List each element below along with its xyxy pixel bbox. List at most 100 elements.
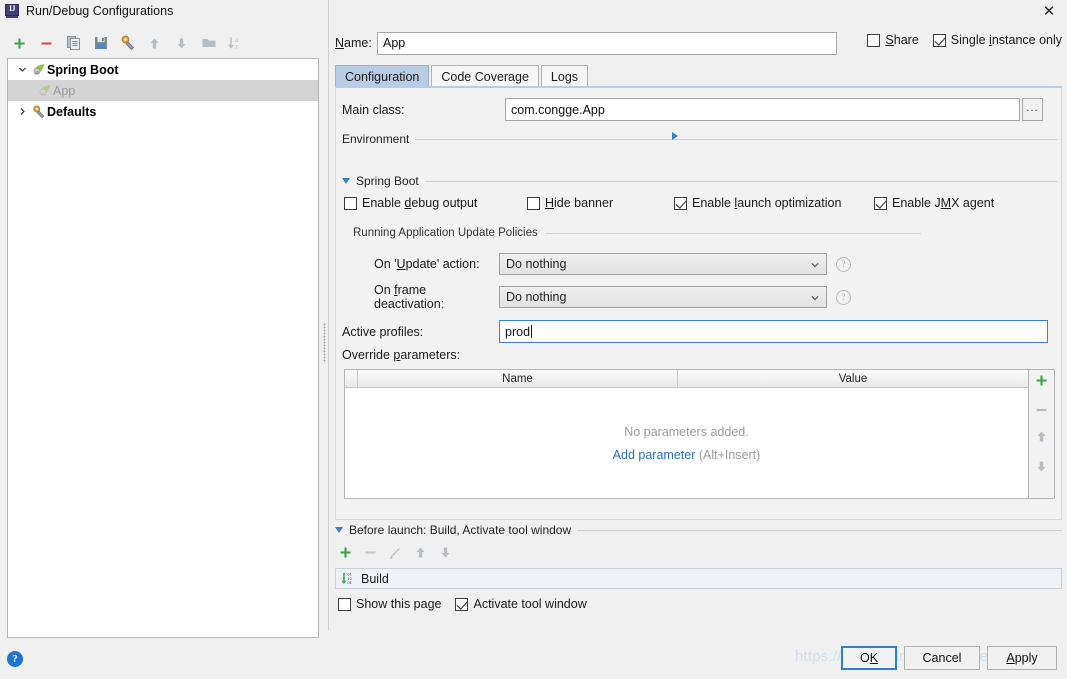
add-configuration-button[interactable] (6, 31, 33, 55)
tree-node-defaults[interactable]: Defaults (8, 101, 318, 122)
spring-boot-section-title: Spring Boot (356, 174, 419, 188)
active-profiles-input[interactable]: prod (499, 320, 1048, 343)
checkbox-box[interactable] (674, 196, 687, 210)
sort-az-icon: a z (228, 37, 239, 51)
share-checkbox[interactable]: Share (867, 33, 919, 47)
on-frame-deactivation-select[interactable]: Do nothing (499, 286, 827, 308)
checkbox-box[interactable] (932, 33, 946, 47)
before-launch-task-row[interactable]: 01 10 01 Build (335, 568, 1062, 589)
checkbox-box[interactable] (867, 33, 881, 47)
hide-banner-checkbox[interactable]: Hide banner (527, 196, 613, 210)
enable-debug-output-checkbox[interactable]: Enable debug output (344, 196, 477, 210)
section-divider (545, 232, 921, 234)
svg-text:@: @ (34, 69, 38, 74)
remove-task-button[interactable] (363, 545, 378, 563)
save-configuration-button[interactable] (87, 31, 114, 55)
minus-icon (365, 551, 376, 554)
before-launch-section-header[interactable]: Before launch: Build, Activate tool wind… (335, 523, 1062, 537)
move-down-button[interactable] (168, 31, 195, 55)
activate-tool-window-label: Activate tool window (473, 597, 587, 611)
edit-task-button[interactable] (388, 545, 403, 563)
show-this-page-checkbox[interactable]: Show this page (338, 597, 441, 611)
chevron-down-icon[interactable] (335, 527, 343, 533)
override-parameters-label: Override parameters: (342, 348, 461, 362)
main-class-input[interactable]: com.congge.App (505, 98, 1020, 121)
checkbox-box[interactable] (455, 597, 469, 611)
on-update-action-help-icon[interactable]: ? (836, 256, 851, 272)
share-label: Share (885, 33, 919, 47)
plus-icon (1036, 375, 1047, 386)
configurations-tree[interactable]: @ Spring Boot @ App Defaults (7, 58, 319, 638)
apply-button[interactable]: Apply (987, 646, 1057, 670)
checkbox-box[interactable] (527, 196, 540, 210)
enable-jmx-agent-checkbox[interactable]: Enable JMX agent (874, 196, 994, 210)
chevron-right-icon[interactable] (14, 107, 30, 116)
spring-boot-section-header[interactable]: Spring Boot (342, 174, 1057, 188)
add-parameter-button[interactable] (1034, 373, 1049, 391)
empty-text: No parameters added. (624, 424, 749, 439)
spring-boot-icon: @ (30, 63, 47, 77)
section-divider (424, 180, 1057, 182)
tab-configuration[interactable]: Configuration (335, 65, 430, 87)
browse-main-class-button[interactable]: ... (1022, 98, 1043, 121)
on-frame-deactivation-help-icon[interactable]: ? (836, 289, 851, 305)
remove-configuration-button[interactable] (33, 31, 60, 55)
pencil-icon (389, 547, 401, 560)
new-folder-button[interactable] (195, 31, 222, 55)
task-up-button[interactable] (413, 545, 428, 563)
on-update-action-value: Do nothing (506, 257, 567, 271)
name-label: Name: (335, 36, 372, 50)
tab-logs[interactable]: Logs (540, 65, 589, 87)
wrench-icon (30, 105, 47, 119)
table-header: Name Value (345, 370, 1028, 388)
ok-button[interactable]: OK (841, 646, 897, 670)
arrow-down-icon (177, 38, 186, 48)
folder-icon (202, 39, 215, 47)
configuration-tab-panel: Main class: com.congge.App ... Environme… (335, 88, 1062, 520)
on-update-action-select[interactable]: Do nothing (499, 253, 827, 275)
override-parameters-side-toolbar (1029, 369, 1055, 499)
enable-debug-output-label: Enable debug output (362, 196, 478, 210)
checkbox-box[interactable] (874, 196, 887, 210)
apply-button-label: Apply (1006, 651, 1038, 665)
checkbox-box[interactable] (338, 597, 351, 611)
edit-defaults-button[interactable] (114, 31, 141, 55)
chevron-down-icon[interactable] (14, 65, 30, 74)
column-header-index (345, 370, 358, 387)
arrow-up-icon (150, 38, 159, 48)
task-down-button[interactable] (438, 545, 453, 563)
copy-configuration-button[interactable] (60, 31, 87, 55)
update-policies-header: Running Application Update Policies (353, 227, 1043, 239)
chevron-down-icon[interactable] (342, 178, 350, 184)
move-parameter-up-button[interactable] (1034, 429, 1049, 447)
tree-node-app[interactable]: @ App (8, 80, 318, 101)
help-button[interactable]: ? (7, 651, 23, 667)
tab-code-coverage[interactable]: Code Coverage (431, 65, 539, 87)
override-parameters-table-wrap: Name Value No parameters added. Add para… (344, 369, 1055, 499)
add-parameter-link[interactable]: Add parameter (613, 448, 696, 462)
enable-launch-optimization-checkbox[interactable]: Enable launch optimization (674, 196, 841, 210)
name-input[interactable]: App (377, 31, 837, 55)
checkbox-box[interactable] (344, 196, 357, 210)
tree-node-spring-boot[interactable]: @ Spring Boot (8, 59, 318, 80)
environment-section-header[interactable]: Environment (342, 132, 1057, 146)
sort-button[interactable]: a z (222, 31, 249, 55)
cancel-button[interactable]: Cancel (904, 646, 980, 670)
environment-section-title: Environment (342, 132, 410, 146)
single-instance-only-checkbox[interactable]: Single instance only (932, 33, 1062, 47)
splitter-grip-icon (323, 323, 326, 363)
move-up-button[interactable] (141, 31, 168, 55)
active-profiles-row: Active profiles: prod (342, 320, 1057, 343)
move-parameter-down-button[interactable] (1034, 459, 1049, 477)
configuration-editor-pane: Name: App Share Single instance only Con… (330, 0, 1067, 630)
add-task-button[interactable] (338, 545, 353, 563)
run-debug-configurations-dialog: IJ Run/Debug Configurations ✕ a z @ Spri… (0, 0, 1067, 679)
tree-node-label: App (53, 83, 76, 98)
override-parameters-table[interactable]: Name Value No parameters added. Add para… (344, 369, 1029, 499)
text-caret (531, 325, 533, 338)
on-frame-deactivation-row: On frame deactivation: Do nothing ? (374, 283, 1034, 311)
remove-parameter-button[interactable] (1034, 403, 1049, 417)
chevron-right-icon[interactable] (672, 132, 678, 140)
activate-tool-window-checkbox[interactable]: Activate tool window (455, 597, 587, 611)
save-icon (94, 37, 107, 49)
